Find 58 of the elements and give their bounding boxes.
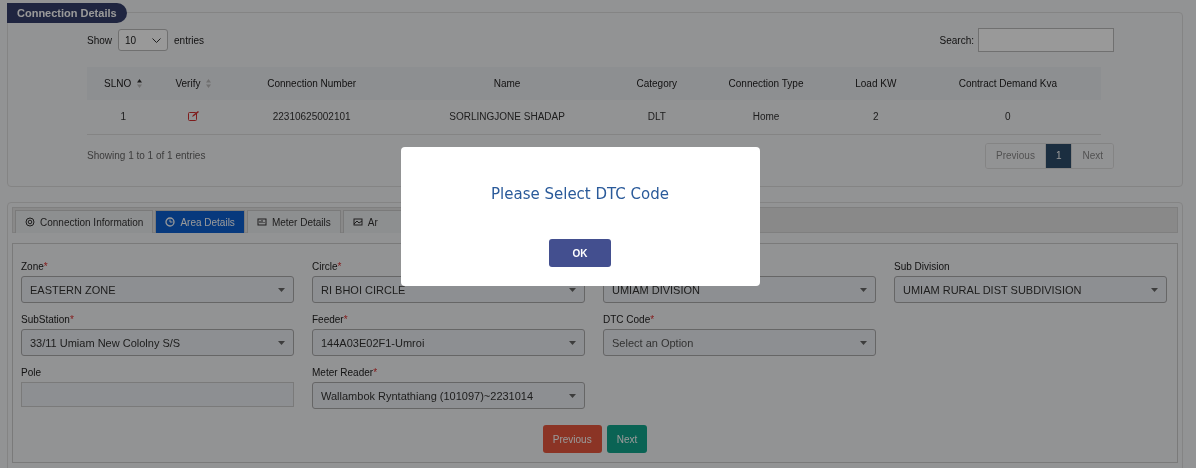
page-button[interactable]: 1 (1044, 143, 1072, 168)
page-size-select[interactable]: 10 (118, 29, 168, 51)
entries-label: entries (174, 34, 205, 46)
table-cell: 1 (87, 100, 160, 134)
select-field[interactable]: 144A03E02F1-Umroi (312, 329, 585, 356)
table-cell: 0 (914, 100, 1101, 134)
field-label: Zone* (21, 261, 48, 272)
field-label: Sub Division (894, 261, 950, 272)
table-cell: 22310625002101 (227, 100, 396, 134)
select-field[interactable]: Wallambok Ryntathiang (101097)~2231014 (312, 382, 585, 409)
tab[interactable]: Area Details (155, 210, 245, 233)
tab[interactable]: Meter Details (246, 210, 341, 233)
field-label: Feeder* (312, 314, 348, 325)
image-icon (352, 217, 363, 227)
chevron-icon (152, 37, 161, 43)
meter-icon (256, 217, 267, 227)
tab[interactable]: Connection Information (15, 210, 154, 233)
select-field[interactable]: Select an Option (603, 329, 876, 356)
column-header: Name (395, 67, 619, 100)
caret-icon (569, 393, 576, 398)
field-label: DTC Code* (603, 314, 655, 325)
caret-icon (278, 287, 285, 292)
column-header: SLNO (87, 67, 160, 100)
select-field[interactable]: 33/11 Umiam New Cololny S/S (21, 329, 294, 356)
sort-icon[interactable] (137, 79, 143, 88)
field-label: SubStation* (21, 314, 74, 325)
column-header: Connection Type (695, 67, 837, 100)
table-cell: SORLINGJONE SHADAP (395, 100, 619, 134)
previous-button[interactable]: Previous (542, 425, 602, 453)
edit-icon[interactable] (187, 110, 199, 121)
field-label: Meter Reader* (312, 367, 378, 378)
circle-icon (25, 217, 35, 227)
select-field[interactable]: UMIAM RURAL DIST SUBDIVISION (894, 276, 1167, 303)
search-field[interactable] (978, 28, 1114, 52)
search-label: Search: (939, 34, 974, 46)
input-field[interactable] (21, 382, 294, 407)
column-header: Connection Number (227, 67, 396, 100)
caret-icon (860, 340, 867, 345)
caret-icon (278, 340, 285, 345)
caret-icon (860, 287, 867, 292)
table-cell: DLT (618, 100, 696, 134)
field-label: Pole (21, 367, 41, 378)
table-cell: 2 (836, 100, 915, 134)
table-cell: Home (695, 100, 837, 134)
column-header: Category (618, 67, 696, 100)
column-header: Verify (159, 67, 228, 100)
dialog-message: Please Select DTC Code (491, 185, 669, 203)
clock-icon (165, 217, 176, 227)
select-field[interactable]: EASTERN ZONE (21, 276, 294, 303)
caret-icon (569, 340, 576, 345)
show-label: Show (87, 34, 112, 46)
caret-icon (1151, 287, 1158, 292)
column-header: Load KW (836, 67, 915, 100)
column-header: Contract Demand Kva (914, 67, 1101, 100)
field-label: Circle* (312, 261, 342, 272)
ok-button[interactable]: OK (549, 239, 611, 267)
section-badge: Connection Details (7, 3, 127, 23)
table-info: Showing 1 to 1 of 1 entries (87, 150, 206, 161)
